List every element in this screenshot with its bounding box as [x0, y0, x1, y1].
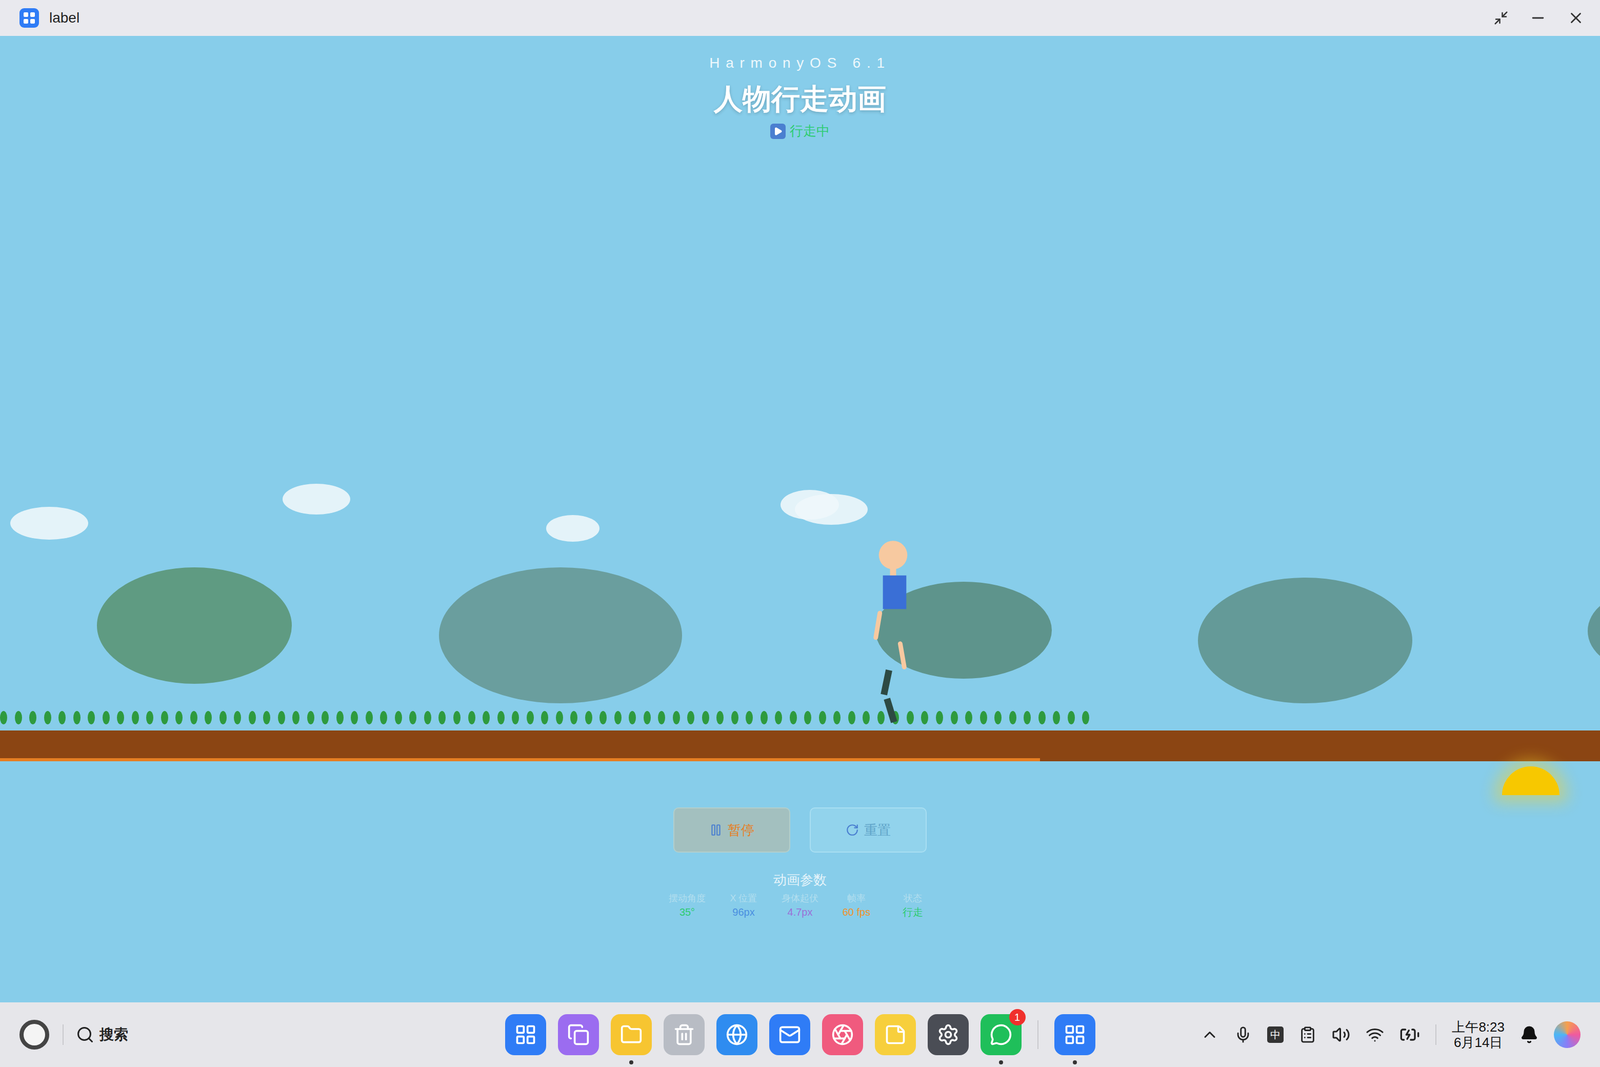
- dock-item[interactable]: [1054, 1013, 1096, 1055]
- running-dot: [682, 1060, 687, 1065]
- globe-icon: [725, 1023, 749, 1046]
- dock-item[interactable]: [874, 1013, 916, 1055]
- app-icon: [1063, 1023, 1087, 1046]
- running-dot: [787, 1060, 792, 1065]
- dock-item[interactable]: 1: [980, 1013, 1022, 1055]
- search-icon: [75, 1025, 95, 1044]
- minimize-icon[interactable]: [1529, 9, 1547, 27]
- battery-icon[interactable]: [1399, 1024, 1420, 1045]
- hill: [1587, 592, 1600, 670]
- cloud: [282, 483, 351, 515]
- cloud: [10, 506, 89, 540]
- running-dot: [523, 1060, 528, 1065]
- close-icon[interactable]: [1567, 9, 1585, 27]
- running-dot: [1072, 1060, 1077, 1065]
- title: 人物行走动画: [713, 81, 887, 117]
- hill: [438, 567, 683, 704]
- multitask-icon: [567, 1023, 590, 1046]
- param-item: 身体起伏4.7px: [778, 891, 822, 919]
- volume-icon[interactable]: [1331, 1025, 1351, 1044]
- start-icon[interactable]: [19, 1019, 50, 1050]
- badge: 1: [1009, 1008, 1026, 1026]
- cloud: [794, 493, 868, 525]
- param-item: 摆动角度35°: [665, 891, 709, 919]
- dock-item[interactable]: [610, 1013, 652, 1055]
- pause-button[interactable]: 暂停: [673, 807, 791, 853]
- desktop: label HarmonyOS 6.1 人物行走动画行走中暂停重置动画参数摆动角度3…: [0, 0, 1600, 1067]
- dock-item[interactable]: [822, 1013, 864, 1055]
- trash-icon: [672, 1023, 696, 1046]
- folder-icon: [620, 1023, 643, 1046]
- bell-icon[interactable]: [1520, 1025, 1539, 1044]
- reset-button[interactable]: 重置: [809, 807, 927, 853]
- params: 动画参数摆动角度35° X 位置96px 身体起伏4.7px 帧率60 fps 状态行走: [665, 870, 935, 919]
- hill: [1197, 577, 1413, 704]
- scene: [0, 449, 1600, 797]
- params-title: 动画参数: [773, 870, 827, 889]
- chevron-up-icon[interactable]: [1200, 1025, 1219, 1044]
- dock-item[interactable]: [557, 1013, 599, 1055]
- progress-line: [0, 757, 1040, 762]
- dock-item[interactable]: [505, 1013, 547, 1055]
- mic-icon[interactable]: [1234, 1025, 1252, 1044]
- window-title: label: [49, 7, 80, 29]
- notes-icon: [884, 1023, 907, 1046]
- reset-icon: [845, 823, 859, 837]
- ground: [0, 730, 1600, 762]
- play-icon: [770, 123, 786, 139]
- running-dot: [998, 1060, 1004, 1065]
- param-item: 帧率60 fps: [834, 891, 878, 919]
- sun: [1502, 766, 1560, 795]
- dock-item[interactable]: [663, 1013, 705, 1055]
- dock: 1: [505, 1013, 1096, 1055]
- controls: 暂停重置: [673, 807, 927, 853]
- mail-icon: [778, 1023, 802, 1046]
- app-icon: [19, 8, 39, 28]
- grass: [0, 710, 1090, 725]
- app-content: HarmonyOS 6.1 人物行走动画行走中暂停重置动画参数摆动角度35° X 位…: [0, 35, 1600, 1003]
- status: 行走中: [770, 121, 830, 142]
- pause-icon: [709, 823, 723, 837]
- running-dot: [734, 1060, 739, 1065]
- wifi-icon[interactable]: [1365, 1025, 1385, 1044]
- running-dot: [840, 1060, 845, 1065]
- hill: [96, 567, 292, 684]
- param-item: 状态行走: [891, 891, 935, 919]
- dock-item[interactable]: [927, 1013, 969, 1055]
- cloud: [546, 514, 600, 542]
- launcher-icon: [514, 1023, 537, 1046]
- param-item: X 位置96px: [722, 891, 766, 919]
- running-dot: [893, 1060, 898, 1065]
- photos-icon: [831, 1023, 854, 1046]
- gear-icon: [936, 1023, 960, 1046]
- chat-icon: [989, 1023, 1013, 1046]
- clock[interactable]: 上午8:236月14日: [1451, 1018, 1505, 1050]
- dock-item[interactable]: [769, 1013, 811, 1055]
- dock-item[interactable]: [716, 1013, 758, 1055]
- search-button[interactable]: 搜索: [75, 1023, 129, 1046]
- header: HarmonyOS 6.1 人物行走动画行走中: [709, 35, 891, 142]
- assistant-icon[interactable]: [1553, 1021, 1581, 1048]
- running-dot: [629, 1060, 634, 1065]
- restore-icon[interactable]: [1493, 10, 1509, 26]
- clipboard-icon[interactable]: [1298, 1025, 1317, 1044]
- title-bar: label: [0, 0, 1600, 36]
- running-dot: [576, 1060, 581, 1065]
- running-dot: [946, 1060, 951, 1065]
- ime-indicator[interactable]: 中: [1267, 1026, 1284, 1043]
- subtitle: HarmonyOS 6.1: [709, 53, 891, 73]
- walking-person: [857, 531, 929, 727]
- taskbar: 搜索 1 中 上午8:236月14日: [0, 1002, 1600, 1067]
